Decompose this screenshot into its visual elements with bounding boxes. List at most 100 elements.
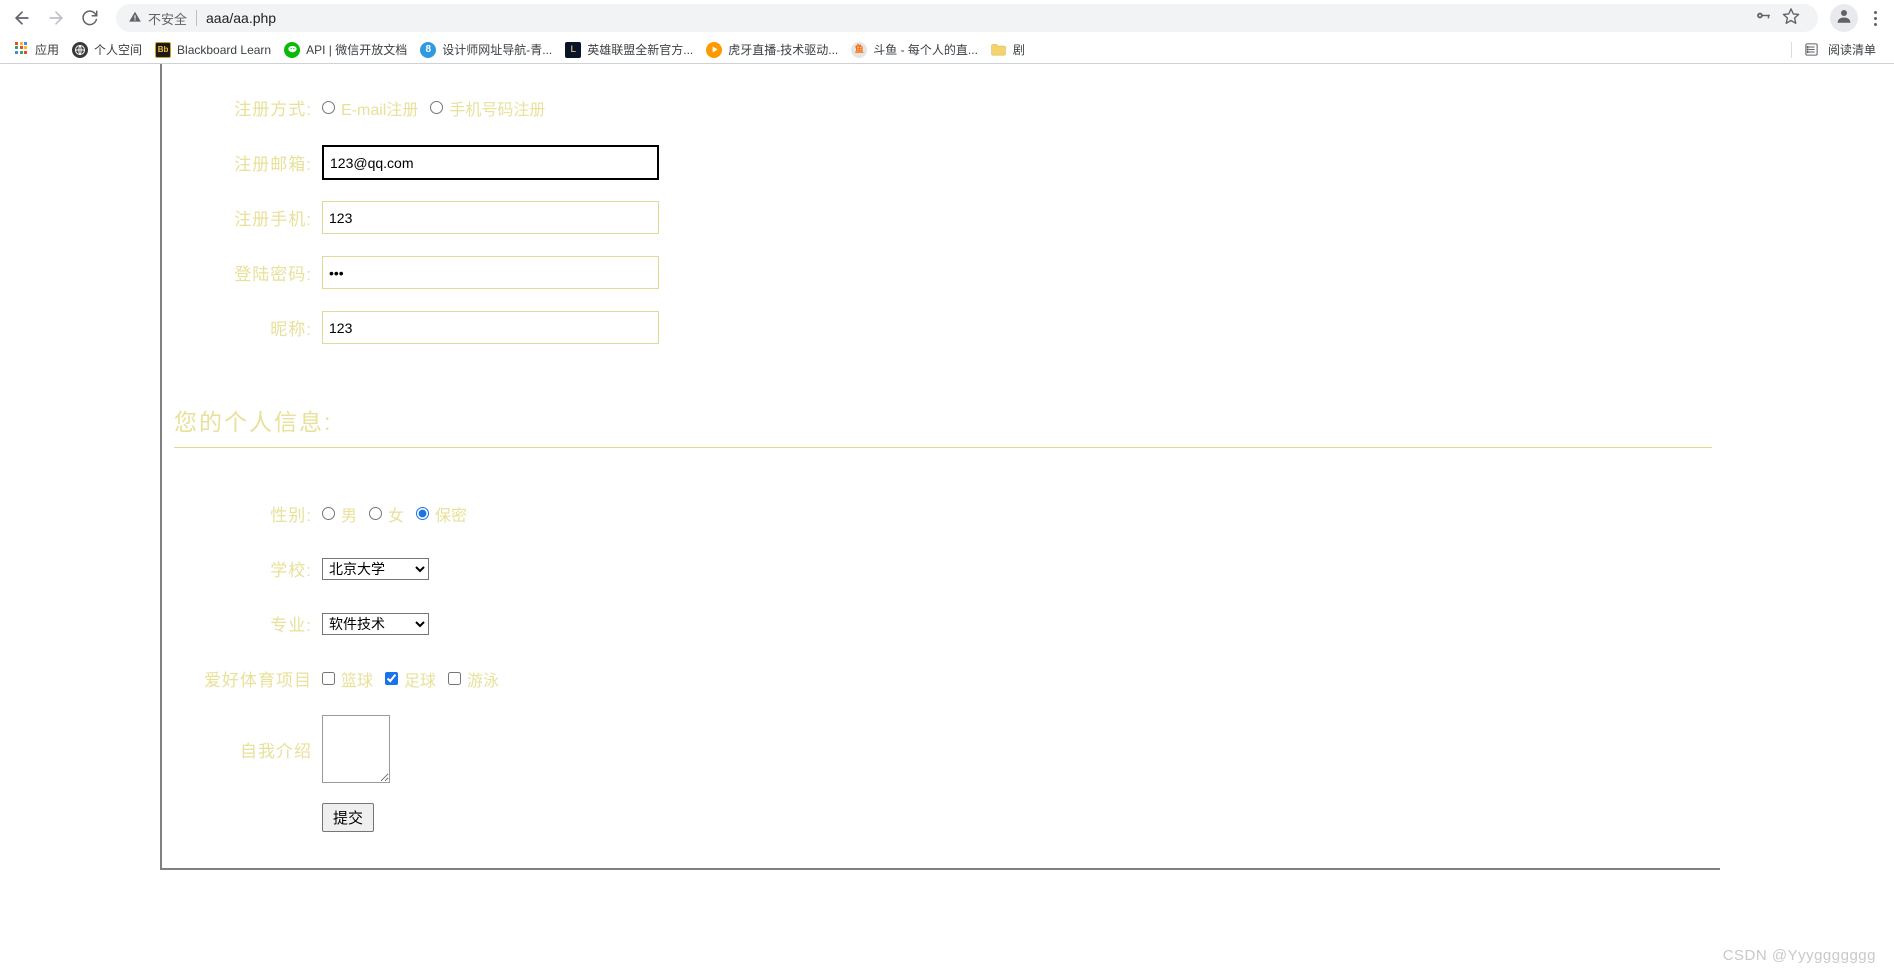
- bookmark-label: 应用: [35, 43, 60, 57]
- phone-label: 注册手机:: [234, 210, 312, 229]
- major-select[interactable]: 软件技术: [322, 612, 429, 635]
- radio-phone[interactable]: [430, 101, 444, 114]
- warning-triangle-icon: [128, 10, 142, 27]
- browser-toolbar: 不安全 aaa/aa.php: [0, 0, 1894, 36]
- bookmark-apps[interactable]: 应用: [8, 38, 67, 61]
- radio-option-phone[interactable]: 手机号码注册: [430, 96, 545, 120]
- checkbox-swimming-label: 游泳: [467, 672, 500, 690]
- bookmark-label: 个人空间: [94, 43, 143, 57]
- browser-chrome: 不安全 aaa/aa.php 应用 个人空间 Bb Blackboard Lea…: [0, 0, 1894, 64]
- school-select[interactable]: 北京大学: [322, 557, 429, 580]
- bookmark-button[interactable]: [1778, 5, 1804, 31]
- radio-option-male[interactable]: 男: [322, 502, 357, 526]
- intro-textarea[interactable]: [322, 715, 390, 783]
- key-icon: [1755, 7, 1772, 29]
- reading-list-icon: [1804, 42, 1820, 58]
- reload-button[interactable]: [74, 2, 106, 34]
- number-8-icon: 8: [420, 41, 437, 58]
- password-manager-button[interactable]: [1750, 5, 1776, 31]
- row-sports: 爱好体育项目 篮球 足球 游泳: [162, 651, 1720, 706]
- globe-icon: [72, 41, 89, 58]
- row-register-method: 注册方式: E-mail注册 手机号码注册: [162, 80, 1720, 135]
- bookmark-personal-space[interactable]: 个人空间: [67, 38, 150, 61]
- submit-button[interactable]: 提交: [322, 802, 375, 832]
- bookmark-label: Blackboard Learn: [177, 42, 272, 57]
- omnibox-divider: [196, 10, 198, 26]
- password-input[interactable]: [322, 256, 659, 289]
- folder-icon: [991, 42, 1007, 58]
- bookmark-label: 斗鱼 - 每个人的直...: [873, 43, 978, 57]
- major-label: 专业:: [270, 616, 312, 635]
- forward-button[interactable]: [40, 2, 72, 34]
- reload-icon: [81, 9, 99, 27]
- radio-email[interactable]: [322, 101, 335, 114]
- reading-list-label[interactable]: 阅读清单: [1828, 41, 1876, 58]
- star-icon: [1782, 7, 1800, 30]
- registration-form: 注册方式: E-mail注册 手机号码注册 注册邮箱: 注册手机:: [160, 64, 1720, 870]
- address-bar[interactable]: 不安全 aaa/aa.php: [116, 4, 1818, 32]
- radio-option-secret[interactable]: 保密: [416, 502, 467, 526]
- email-input[interactable]: [322, 145, 659, 180]
- checkbox-basketball[interactable]: [322, 672, 335, 685]
- bookmark-label: 设计师网址导航-青...: [442, 43, 553, 57]
- radio-female-label: 女: [388, 507, 405, 525]
- nickname-input[interactable]: [322, 311, 659, 344]
- radio-male[interactable]: [322, 507, 335, 520]
- email-label: 注册邮箱:: [234, 155, 312, 174]
- row-email: 注册邮箱:: [162, 135, 1720, 190]
- checkbox-football[interactable]: [385, 672, 399, 685]
- radio-secret[interactable]: [416, 507, 430, 520]
- row-school: 学校: 北京大学: [162, 541, 1720, 596]
- wechat-icon: [284, 41, 301, 58]
- bookmark-wechat-api-doc[interactable]: API | 微信开放文档: [279, 38, 415, 61]
- gender-radio-group: 男 女 保密: [322, 502, 467, 526]
- huya-icon: [706, 41, 723, 58]
- bookmark-label: API | 微信开放文档: [306, 43, 408, 57]
- row-password: 登陆密码:: [162, 245, 1720, 300]
- checkbox-option-basketball[interactable]: 篮球: [322, 667, 373, 691]
- checkbox-option-football[interactable]: 足球: [385, 667, 436, 691]
- intro-label: 自我介绍: [240, 741, 312, 761]
- gender-label: 性别:: [270, 506, 312, 525]
- bookmark-douyu-live[interactable]: 鱼 斗鱼 - 每个人的直...: [846, 38, 986, 61]
- radio-option-email[interactable]: E-mail注册: [322, 96, 418, 120]
- bookmark-league-of-legends[interactable]: L 英雄联盟全新官方...: [560, 38, 701, 61]
- radio-option-female[interactable]: 女: [369, 502, 404, 526]
- profile-avatar-icon: [1835, 7, 1853, 30]
- radio-phone-label: 手机号码注册: [449, 101, 546, 119]
- security-status[interactable]: 不安全: [128, 9, 187, 28]
- url-text[interactable]: aaa/aa.php: [206, 10, 276, 26]
- back-arrow-icon: [12, 8, 32, 28]
- bookmarks-bar: 应用 个人空间 Bb Blackboard Learn API | 微信开放文档…: [0, 36, 1894, 63]
- back-button[interactable]: [6, 2, 38, 34]
- bookmark-blackboard-learn[interactable]: Bb Blackboard Learn: [150, 39, 279, 61]
- browser-menu-button[interactable]: [1862, 4, 1888, 32]
- bookmark-folder-ju[interactable]: 剧: [986, 38, 1033, 61]
- radio-female[interactable]: [369, 507, 383, 520]
- sports-checkbox-group: 篮球 足球 游泳: [322, 667, 499, 691]
- checkbox-option-swimming[interactable]: 游泳: [448, 667, 499, 691]
- profile-button[interactable]: [1830, 4, 1858, 32]
- apps-grid-icon: [13, 41, 29, 58]
- phone-input[interactable]: [322, 201, 659, 234]
- blackboard-bb-icon: Bb: [155, 41, 172, 58]
- row-nickname: 昵称:: [162, 300, 1720, 355]
- bookmark-label: 虎牙直播-技术驱动...: [728, 43, 839, 57]
- row-intro: 自我介绍: [162, 706, 1720, 792]
- checkbox-basketball-label: 篮球: [341, 672, 374, 690]
- row-submit: 提交: [162, 792, 1720, 842]
- bookmarks-bar-right: 阅读清单: [1790, 41, 1886, 58]
- forward-arrow-icon: [46, 8, 66, 28]
- bookmark-designer-nav[interactable]: 8 设计师网址导航-青...: [415, 38, 560, 61]
- register-method-label: 注册方式:: [234, 100, 312, 119]
- register-method-radio-group: E-mail注册 手机号码注册: [322, 96, 545, 120]
- security-label: 不安全: [148, 11, 188, 27]
- lol-icon: L: [565, 41, 582, 58]
- bookmark-huya-live[interactable]: 虎牙直播-技术驱动...: [701, 38, 846, 61]
- checkbox-swimming[interactable]: [448, 672, 462, 685]
- nickname-label: 昵称:: [270, 320, 312, 339]
- bookmark-label: 剧: [1012, 43, 1025, 57]
- row-major: 专业: 软件技术: [162, 596, 1720, 651]
- omnibox-actions: [1750, 5, 1806, 31]
- row-phone: 注册手机:: [162, 190, 1720, 245]
